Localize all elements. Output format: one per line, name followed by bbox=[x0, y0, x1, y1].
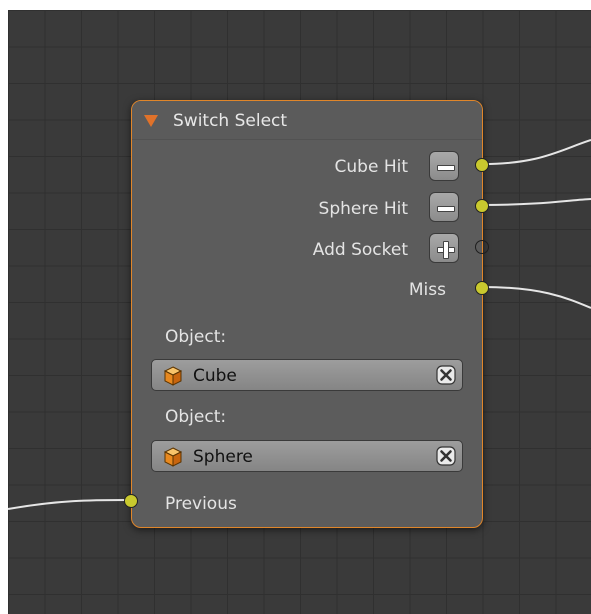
output-label-miss: Miss bbox=[408, 280, 446, 300]
output-label-add-socket: Add Socket bbox=[312, 240, 408, 260]
output-label-cube-hit: Cube Hit bbox=[334, 157, 408, 177]
object-field-cube[interactable]: Cube bbox=[151, 359, 463, 391]
input-label-previous: Previous bbox=[165, 494, 237, 514]
remove-socket-button[interactable] bbox=[429, 151, 459, 181]
collapse-triangle-icon[interactable] bbox=[144, 115, 158, 127]
cube-object-icon bbox=[163, 447, 183, 467]
input-socket-previous[interactable] bbox=[124, 494, 138, 508]
object-value: Sphere bbox=[193, 447, 253, 467]
minus-icon bbox=[437, 206, 455, 212]
cube-object-icon bbox=[163, 366, 183, 386]
node-title: Switch Select bbox=[173, 111, 288, 131]
output-socket-add[interactable] bbox=[475, 240, 489, 254]
add-socket-button[interactable] bbox=[429, 233, 459, 263]
output-socket-miss[interactable] bbox=[475, 281, 489, 295]
object-value: Cube bbox=[193, 366, 237, 386]
output-socket-sphere-hit[interactable] bbox=[475, 199, 489, 213]
output-socket-cube-hit[interactable] bbox=[475, 158, 489, 172]
object-field-sphere[interactable]: Sphere bbox=[151, 440, 463, 472]
clear-x-icon[interactable] bbox=[435, 445, 457, 467]
switch-select-node[interactable]: Switch Select Cube Hit Sphere Hit Add So… bbox=[124, 100, 489, 528]
object-label: Object: bbox=[165, 327, 227, 347]
node-header[interactable]: Switch Select bbox=[132, 101, 482, 140]
remove-socket-button[interactable] bbox=[429, 192, 459, 222]
output-label-sphere-hit: Sphere Hit bbox=[318, 199, 408, 219]
object-label: Object: bbox=[165, 407, 227, 427]
clear-x-icon[interactable] bbox=[435, 364, 457, 386]
minus-icon bbox=[437, 165, 455, 171]
